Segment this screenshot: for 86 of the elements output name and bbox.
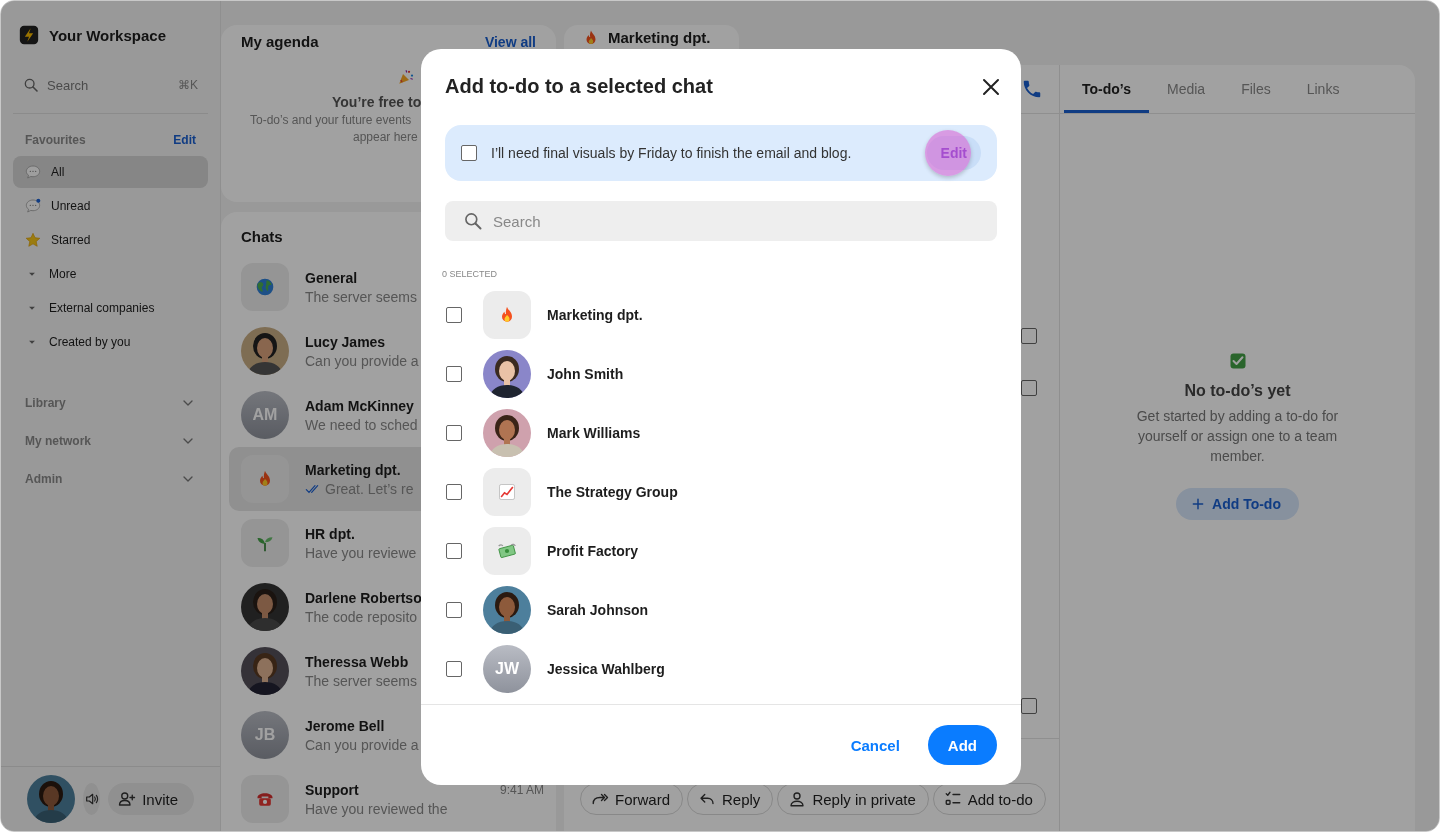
chat-preview: We need to sched: [305, 416, 418, 433]
chat-name: Jessica Wahlberg: [547, 660, 665, 677]
todo-text: I’ll need final visuals by Friday to finish the email and blog.: [491, 145, 853, 161]
view-all-link[interactable]: View all: [484, 33, 536, 50]
chat-name: Mark Williams: [547, 424, 641, 441]
speaker-icon: [83, 791, 100, 807]
checkbox[interactable]: [1021, 328, 1037, 344]
star-icon: [25, 232, 41, 248]
avatar: JB: [241, 711, 289, 759]
check-mark-icon: [1228, 352, 1247, 370]
action-button[interactable]: Reply: [687, 783, 774, 815]
chat-name: Marketing dpt.: [305, 461, 401, 478]
chat-preview: Great. Let’s re: [325, 480, 414, 497]
chat-name: Support: [305, 781, 359, 798]
chat-name: Adam McKinney: [305, 397, 414, 414]
logo-icon: [19, 25, 39, 45]
search-icon: [23, 77, 39, 93]
chat-name: Lucy James: [305, 333, 386, 350]
dialog-title: Add to-do to a selected chat: [445, 75, 713, 98]
empty-text: Get started by adding a to-do for yourself or assign one to a team member.: [1135, 407, 1340, 466]
checkbox[interactable]: [461, 145, 477, 161]
unread-chat-icon: [25, 198, 41, 214]
chat-preview: The server seems: [305, 288, 418, 305]
card-title: Chats: [240, 228, 284, 245]
chat-name: Sarah Johnson: [547, 601, 649, 618]
nav-item[interactable]: All: [13, 156, 208, 188]
chat-name: Darlene Robertso: [305, 589, 422, 606]
avatar: AM: [241, 391, 289, 439]
workspace-name: Your Workspace: [49, 26, 166, 44]
cancel-button[interactable]: Cancel: [832, 728, 918, 762]
empty-text: appear here: [353, 130, 418, 144]
checkbox[interactable]: [1021, 380, 1037, 396]
chat-name: John Smith: [547, 365, 624, 382]
nav-item[interactable]: Created by you: [13, 326, 208, 358]
edit-link[interactable]: Edit: [173, 133, 196, 147]
chat-preview: The server seems: [305, 672, 418, 689]
chat-item[interactable]: JB Jerome Bell Can you provide a: [229, 703, 556, 767]
chat-name: Marketing dpt.: [547, 306, 643, 323]
add-button[interactable]: Add: [927, 725, 997, 765]
empty-text: To-do’s and your future events: [250, 113, 412, 127]
globe-icon: [255, 277, 275, 297]
chat-preview: The code reposito: [305, 608, 418, 625]
checkbox[interactable]: [446, 660, 462, 677]
invite-button[interactable]: Invite: [108, 783, 194, 815]
checkbox[interactable]: [446, 306, 462, 323]
chat-name: Jerome Bell: [305, 717, 385, 734]
action-button[interactable]: Add to-do: [932, 783, 1046, 815]
chat-name: Theressa Webb: [305, 653, 409, 670]
tab[interactable]: To-do’s: [1064, 65, 1149, 113]
party-popper-icon: [397, 68, 415, 86]
empty-title: No to-do’s yet: [1184, 382, 1291, 400]
nav-item[interactable]: More: [13, 258, 208, 290]
phone-icon: [1021, 78, 1043, 100]
checkbox[interactable]: [446, 424, 462, 441]
chat-preview: Can you provide a: [305, 736, 419, 753]
checkbox[interactable]: [1021, 698, 1037, 714]
chat-name: HR dpt.: [305, 525, 355, 542]
nav-item[interactable]: Unread: [13, 190, 208, 222]
add-person-icon: [118, 790, 137, 808]
chat-item[interactable]: Support 9:41 AM Have you reviewed the: [229, 767, 556, 831]
chat-preview: Can you provide a: [305, 352, 419, 369]
shortcut-hint: ⌘K: [178, 78, 198, 92]
avatar: JW: [483, 644, 531, 693]
person-icon: [788, 790, 807, 808]
action-button[interactable]: Reply in private: [777, 783, 929, 815]
chat-preview: Have you reviewed the: [305, 800, 448, 817]
chat-name: General: [305, 269, 358, 286]
chat-name: Profit Factory: [547, 542, 638, 559]
chat-time: 9:41 AM: [499, 782, 544, 797]
nav-item[interactable]: Starred: [13, 224, 208, 256]
chat-bubble-icon: [25, 164, 41, 180]
action-button[interactable]: Forward: [580, 783, 683, 815]
checkbox[interactable]: [446, 483, 462, 500]
chat-preview: Have you reviewe: [305, 544, 417, 561]
checklist-icon: [943, 790, 962, 808]
nav-item[interactable]: External companies: [13, 292, 208, 324]
card-title: My agenda: [241, 33, 319, 50]
checkbox[interactable]: [446, 601, 462, 618]
search-icon: [463, 211, 483, 231]
sound-button[interactable]: [83, 783, 101, 815]
checkbox[interactable]: [446, 365, 462, 382]
checkbox[interactable]: [446, 542, 462, 559]
selection-count: 0 SELECTED: [441, 268, 499, 281]
empty-title: You’re free to: [332, 94, 422, 110]
chart-icon: [497, 481, 517, 502]
section-title: Favourites: [25, 133, 86, 147]
